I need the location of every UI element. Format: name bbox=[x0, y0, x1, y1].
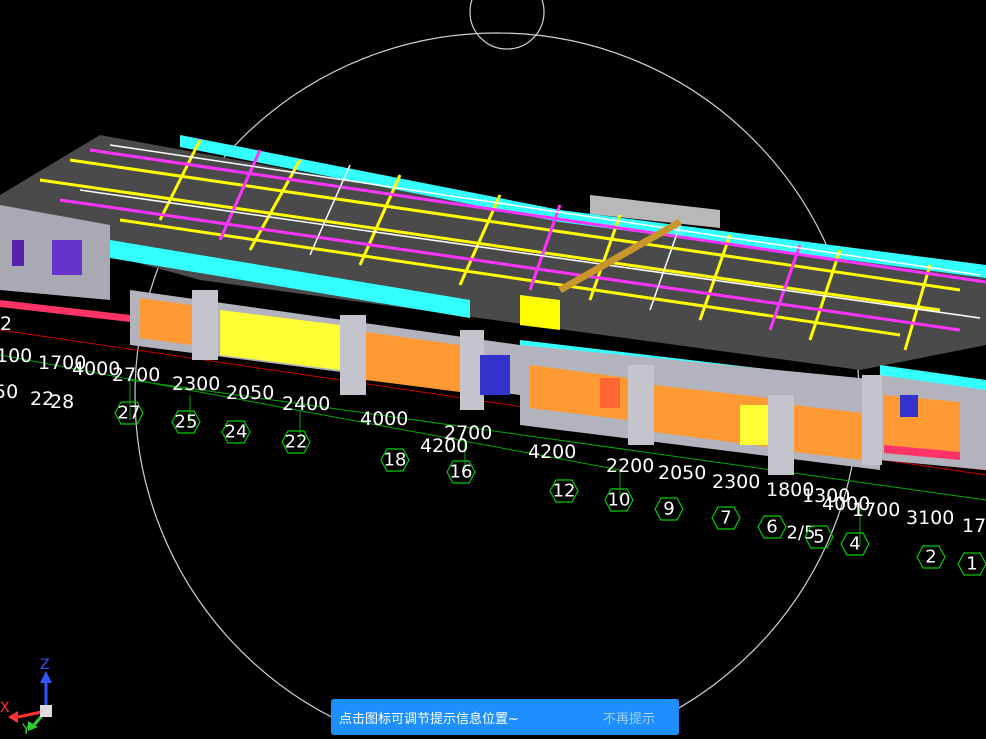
axis-bubble: 7 bbox=[711, 506, 741, 530]
dimension-label: 2050 bbox=[658, 462, 706, 484]
dimension-label: 2200 bbox=[606, 455, 654, 477]
dimension-label: 17 bbox=[962, 515, 986, 537]
svg-text:4: 4 bbox=[849, 534, 860, 555]
axis-bubble: 27 bbox=[114, 401, 144, 425]
axis-bubble: 2 bbox=[916, 545, 946, 569]
dimension-label: 2300 bbox=[712, 471, 760, 493]
dimension-label: 2700 bbox=[112, 364, 160, 386]
svg-text:24: 24 bbox=[225, 422, 248, 443]
axis-bubble: 18 bbox=[380, 448, 410, 472]
svg-text:18: 18 bbox=[384, 450, 407, 471]
dimension-label: 2 bbox=[0, 313, 12, 335]
dimension-label: 4200 bbox=[528, 441, 576, 463]
svg-text:27: 27 bbox=[118, 403, 141, 424]
dimension-label: 4000 bbox=[360, 408, 408, 430]
triad-x-label: X bbox=[0, 700, 10, 716]
dimension-label: 1700 bbox=[852, 499, 900, 521]
svg-text:5: 5 bbox=[813, 527, 824, 548]
svg-text:9: 9 bbox=[663, 499, 674, 520]
svg-text:2: 2 bbox=[925, 547, 936, 568]
svg-text:1: 1 bbox=[966, 554, 977, 575]
dimension-label: 2400 bbox=[282, 393, 330, 415]
dimension-label: 3100 bbox=[906, 507, 954, 529]
axis-bubble: 24 bbox=[221, 420, 251, 444]
axis-bubble: 6 bbox=[757, 515, 787, 539]
triad-z-label: Z bbox=[40, 657, 50, 673]
dont-show-again-button[interactable]: 不再提示 bbox=[603, 708, 671, 727]
svg-text:16: 16 bbox=[450, 462, 473, 483]
svg-text:7: 7 bbox=[720, 508, 731, 529]
svg-text:10: 10 bbox=[608, 490, 631, 511]
svg-text:25: 25 bbox=[175, 412, 198, 433]
triad-y-label: Y bbox=[21, 722, 31, 735]
svg-text:12: 12 bbox=[553, 481, 576, 502]
axis-bubble: 16 bbox=[446, 460, 476, 484]
axis-bubble: 4 bbox=[840, 532, 870, 556]
axis-bubble: 9 bbox=[654, 497, 684, 521]
axis-bubble: 12 bbox=[549, 479, 579, 503]
axis-bubble: 25 bbox=[171, 410, 201, 434]
dimension-label: 2050 bbox=[226, 382, 274, 404]
dimension-label: 2300 bbox=[172, 373, 220, 395]
axis-bubble: 10 bbox=[604, 488, 634, 512]
hint-toast[interactable]: 点击图标可调节提示信息位置~ 不再提示 bbox=[331, 699, 679, 735]
orbit-small-circle[interactable] bbox=[469, 0, 545, 50]
dimension-label: 4200 bbox=[420, 435, 468, 457]
axis-bubble: 1 bbox=[957, 552, 986, 576]
hint-message[interactable]: 点击图标可调节提示信息位置~ bbox=[339, 708, 603, 727]
svg-text:22: 22 bbox=[285, 432, 308, 453]
axis-triad: Z X Y bbox=[0, 655, 70, 738]
svg-text:6: 6 bbox=[766, 517, 777, 538]
building-model[interactable] bbox=[0, 135, 986, 475]
dimension-label: 100 bbox=[0, 345, 32, 367]
3d-model-viewport[interactable]: 100 1700 4000 2700 2300 2050 2400 4000 2… bbox=[0, 0, 986, 735]
dimension-label: 28 bbox=[50, 391, 74, 413]
axis-bubble: 22 bbox=[281, 430, 311, 454]
dimension-label: 50 bbox=[0, 381, 18, 403]
